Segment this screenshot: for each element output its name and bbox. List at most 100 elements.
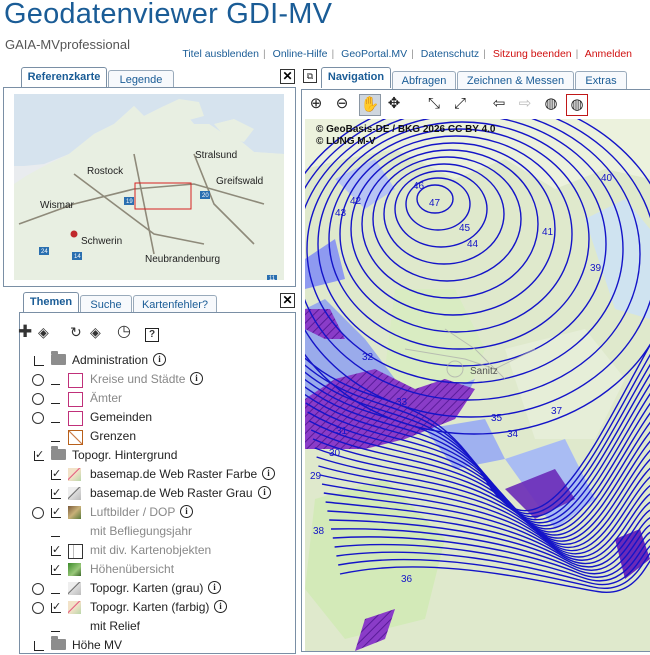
link-end-session[interactable]: Sitzung beenden: [493, 48, 572, 60]
contour-label: 42: [350, 196, 362, 207]
layers-panel: Themen Suche Kartenfehler? ✕ ✚ ◈ ↻ ◈ ◷ ?…: [0, 292, 300, 654]
tab-zeichnen-messen[interactable]: Zeichnen & Messen: [457, 71, 574, 89]
city-neubrandenburg: Neubrandenburg: [145, 254, 220, 265]
overview-map[interactable]: Stralsund Rostock Greifswald Wismar Schw…: [14, 94, 284, 280]
help-icon[interactable]: ?: [145, 323, 159, 342]
layers-icon[interactable]: ◈: [38, 323, 49, 341]
tab-referenzkarte[interactable]: Referenzkarte: [21, 67, 107, 88]
tab-legende[interactable]: Legende: [108, 70, 174, 88]
layer-checkbox[interactable]: ✓: [51, 602, 61, 613]
tab-navigation[interactable]: Navigation: [321, 67, 391, 88]
tab-themen[interactable]: Themen: [23, 292, 79, 313]
layer-label: Gemeinden: [90, 410, 153, 424]
zoom-extent-icon[interactable]: ⤡: [424, 94, 444, 114]
tab-suche[interactable]: Suche: [80, 295, 132, 313]
info-icon[interactable]: i: [208, 581, 221, 594]
layer-row[interactable]: mit Relief: [20, 617, 295, 636]
layer-row[interactable]: Ämter: [20, 389, 295, 408]
layer-checkbox[interactable]: [51, 375, 60, 385]
map-frame: ⊕ ⊖ ✋ ✥ ⤡ ⤢ ⇦ ⇨ ◍ ◍ Sanitz © GeoBasis-DE…: [301, 89, 650, 652]
layer-checkbox[interactable]: [51, 413, 60, 423]
layer-radio[interactable]: [32, 412, 44, 424]
info-icon[interactable]: i: [214, 600, 227, 613]
close-overview-button[interactable]: ✕: [280, 69, 295, 84]
pan-hand-icon[interactable]: ✋: [359, 94, 381, 116]
back-arrow-icon[interactable]: ⇦: [489, 94, 509, 114]
layer-symbol-icon: [68, 582, 81, 595]
layer-row[interactable]: ✓ Topogr. Hintergrund: [20, 446, 295, 465]
info-icon[interactable]: i: [153, 353, 166, 366]
layer-row[interactable]: Topogr. Karten (grau) i: [20, 579, 295, 598]
zoom-out-icon[interactable]: ⊖: [332, 94, 352, 114]
layer-radio[interactable]: [32, 393, 44, 405]
layer-checkbox[interactable]: ✓: [51, 545, 61, 556]
road-badge: 24: [41, 249, 48, 255]
layer-checkbox[interactable]: [51, 584, 60, 594]
layer-checkbox[interactable]: [51, 622, 60, 632]
layer-row[interactable]: Höhe MV: [20, 636, 295, 655]
layer-row[interactable]: mit Befliegungsjahr: [20, 522, 295, 541]
tab-extras[interactable]: Extras: [575, 71, 627, 89]
layer-radio[interactable]: [32, 507, 44, 519]
layer-checkbox[interactable]: [51, 432, 60, 442]
info-icon[interactable]: i: [190, 372, 203, 385]
layer-checkbox[interactable]: [51, 394, 60, 404]
globe-icon[interactable]: ◍: [541, 94, 561, 114]
info-icon[interactable]: i: [262, 467, 275, 480]
layer-row[interactable]: ✓ Luftbilder / DOP i: [20, 503, 295, 522]
layer-checkbox[interactable]: [51, 527, 60, 537]
move-icon[interactable]: ✥: [384, 94, 404, 114]
contour-label: 46: [413, 181, 425, 192]
link-online-help[interactable]: Online-Hilfe: [273, 48, 328, 60]
clock-icon[interactable]: ◷: [117, 323, 131, 341]
add-layer-icon[interactable]: ✚: [18, 323, 32, 341]
folder-checkbox[interactable]: ✓: [34, 450, 44, 461]
attribution-line: © GeoBasis-DE / BKG 2026 CC BY 4.0: [316, 124, 496, 135]
layer-label: mit Relief: [90, 619, 141, 633]
forward-arrow-icon[interactable]: ⇨: [515, 94, 535, 114]
info-icon[interactable]: i: [258, 486, 271, 499]
contour-label: 33: [396, 397, 408, 408]
contour-label: 41: [542, 227, 554, 238]
layer-row[interactable]: Administration i: [20, 351, 295, 370]
layer-row[interactable]: ✓ Höhenübersicht: [20, 560, 295, 579]
layer-radio[interactable]: [32, 374, 44, 386]
link-privacy[interactable]: Datenschutz: [421, 48, 479, 60]
refresh-icon[interactable]: ↻: [70, 323, 82, 341]
layer-row[interactable]: Grenzen: [20, 427, 295, 446]
map-canvas[interactable]: Sanitz © GeoBasis-DE / BKG 2026 CC BY 4.…: [305, 119, 650, 651]
link-geoportal[interactable]: GeoPortal.MV: [341, 48, 407, 60]
tab-abfragen[interactable]: Abfragen: [392, 71, 456, 89]
layer-label: mit div. Kartenobjekten: [90, 543, 212, 557]
layer-symbol-icon: [68, 544, 83, 559]
layer-label: Kreise und Städte: [90, 372, 186, 386]
info-icon[interactable]: i: [180, 505, 193, 518]
globe-select-icon[interactable]: ◍: [566, 94, 588, 116]
layer-row[interactable]: Gemeinden: [20, 408, 295, 427]
full-extent-icon[interactable]: ⤢: [450, 94, 470, 114]
layer-checkbox[interactable]: ✓: [51, 488, 61, 499]
zoom-in-icon[interactable]: ⊕: [306, 94, 326, 114]
layer-row[interactable]: ✓ basemap.de Web Raster Grau i: [20, 484, 295, 503]
folder-checkbox[interactable]: [34, 356, 44, 366]
link-hide-title[interactable]: Titel ausblenden: [182, 48, 259, 60]
layer-checkbox[interactable]: ✓: [51, 507, 61, 518]
layer-radio[interactable]: [32, 583, 44, 595]
layer-row[interactable]: ✓ Topogr. Karten (farbig) i: [20, 598, 295, 617]
layer-row[interactable]: ✓ basemap.de Web Raster Farbe i: [20, 465, 295, 484]
layer-row[interactable]: ✓ mit div. Kartenobjekten: [20, 541, 295, 560]
app-title: Geodatenviewer GDI-MV: [4, 0, 333, 30]
layers-stack-icon[interactable]: ◈: [90, 323, 101, 341]
map-panel-toggle-icon[interactable]: ⧉: [303, 69, 317, 83]
layer-symbol-icon: [68, 563, 81, 576]
contour-label: 40: [601, 173, 613, 184]
layer-row[interactable]: Kreise und Städte i: [20, 370, 295, 389]
tab-kartenfehler[interactable]: Kartenfehler?: [133, 295, 217, 313]
layer-checkbox[interactable]: ✓: [51, 564, 61, 575]
layer-symbol-icon: [68, 430, 83, 445]
layer-radio[interactable]: [32, 602, 44, 614]
layer-checkbox[interactable]: ✓: [51, 469, 61, 480]
close-layers-button[interactable]: ✕: [280, 293, 295, 308]
link-login[interactable]: Anmelden: [585, 48, 632, 60]
contour-label: 44: [467, 239, 479, 250]
